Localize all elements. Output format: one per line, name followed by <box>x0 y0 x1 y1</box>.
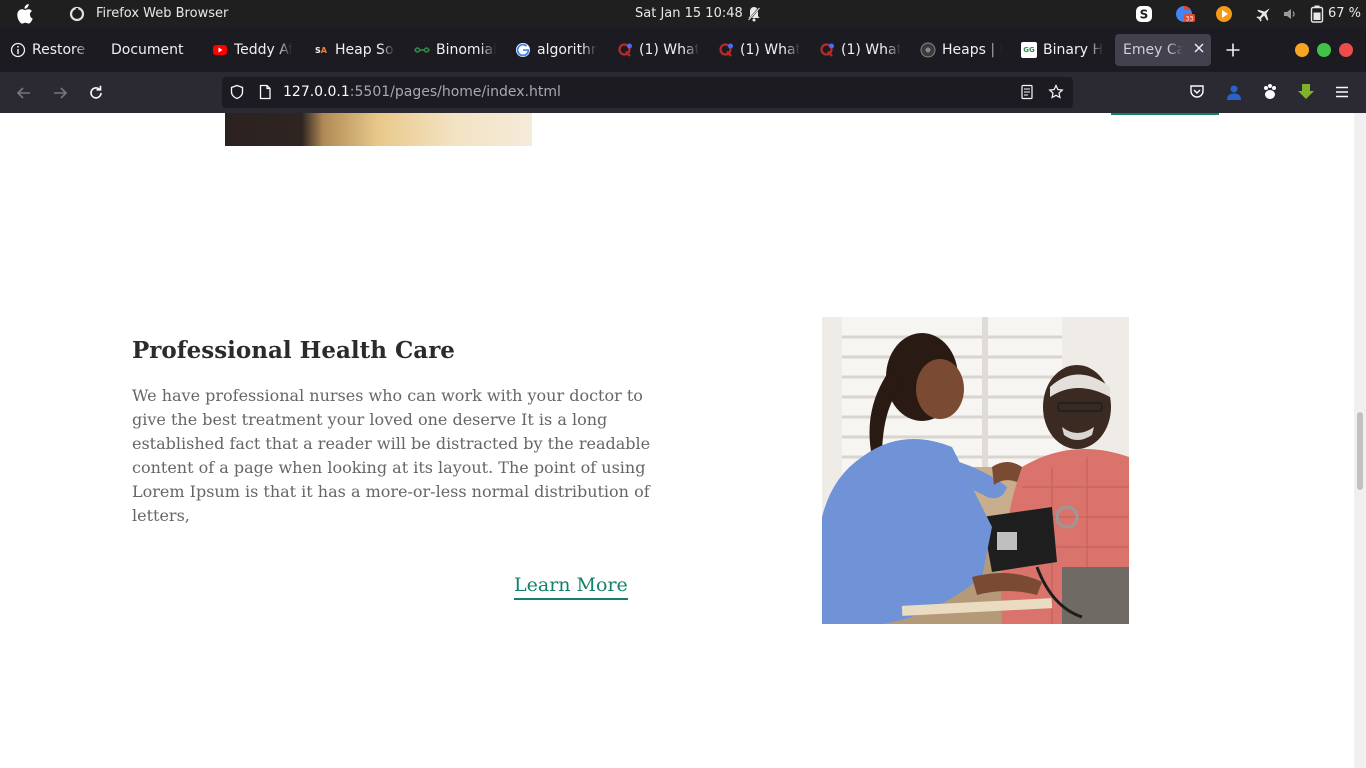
maximize-window-button[interactable] <box>1317 43 1331 57</box>
activity-icon <box>69 6 85 22</box>
tab-document[interactable]: Document <box>111 34 201 66</box>
tab-label: algorithm <box>537 42 597 58</box>
tab-label: Teddy Afro <box>234 42 292 58</box>
hamburger-menu-icon[interactable] <box>1333 83 1351 101</box>
svg-text:S: S <box>1140 8 1149 22</box>
tab-teddy-afro[interactable]: Teddy Afro <box>212 34 292 66</box>
info-icon <box>10 42 26 58</box>
url-host: 127.0.0.1 <box>283 84 350 100</box>
minimize-window-button[interactable] <box>1295 43 1309 57</box>
tab-bar: Restore Session Document Teddy Afro SA H… <box>0 28 1366 72</box>
nurse-with-patient-photo <box>822 317 1129 624</box>
previous-section-photo <box>225 113 532 146</box>
brilliant-icon <box>920 42 936 58</box>
tab-label: (1) What <box>740 42 800 58</box>
tab-heaps-brilliant[interactable]: Heaps | Brilliant <box>920 34 1002 66</box>
quora-icon <box>618 43 632 57</box>
clock[interactable]: Sat Jan 15 10:48 <box>635 6 743 21</box>
tab-label: Binomial <box>436 42 496 58</box>
tab-label: (1) What <box>841 42 901 58</box>
tab-label: (1) What <box>639 42 699 58</box>
navigation-toolbar: 127.0.0.1:5501/pages/home/index.html <box>0 72 1366 113</box>
system-top-bar: Firefox Web Browser Sat Jan 15 10:48 S 3… <box>0 0 1366 28</box>
quora-icon <box>820 43 834 57</box>
tab-quora-3[interactable]: (1) What <box>819 34 901 66</box>
site-sa-icon: SA <box>315 45 327 55</box>
section-description: We have professional nurses who can work… <box>132 386 651 525</box>
bell-muted-icon <box>747 6 761 22</box>
download-icon[interactable] <box>1297 83 1315 101</box>
reader-view-icon[interactable] <box>1019 84 1035 100</box>
tab-emey-care[interactable]: Emey Care <box>1115 34 1211 66</box>
tab-label: Heaps | Brilliant <box>942 42 1002 58</box>
reload-icon[interactable] <box>87 84 105 102</box>
youtube-icon <box>213 45 227 55</box>
pocket-icon[interactable] <box>1188 83 1206 101</box>
tab-label: Binary Heap <box>1043 42 1103 58</box>
airplane-mode-icon[interactable] <box>1256 5 1272 23</box>
volume-icon[interactable] <box>1282 5 1298 23</box>
quora-icon <box>719 43 733 57</box>
extension-paw-icon[interactable] <box>1261 83 1279 101</box>
vertical-scrollbar[interactable] <box>1354 113 1366 768</box>
tab-algorithm[interactable]: algorithm <box>515 34 597 66</box>
battery-icon[interactable] <box>1310 5 1324 23</box>
apple-icon[interactable] <box>15 4 33 24</box>
shield-icon[interactable] <box>229 84 245 100</box>
battery-percentage: 67 % <box>1328 6 1362 21</box>
bookmark-star-icon[interactable] <box>1048 84 1064 100</box>
tab-label: Document <box>111 42 184 58</box>
tab-label: Restore Session <box>32 42 90 58</box>
tab-label: Heap Sort <box>335 42 395 58</box>
geeksforgeeks-icon <box>414 47 430 53</box>
tab-binomial[interactable]: Binomial <box>414 34 496 66</box>
tab-label: Emey Care <box>1123 42 1183 58</box>
close-window-button[interactable] <box>1339 43 1353 57</box>
gfg-icon: GG <box>1021 42 1037 58</box>
tab-binary-heap[interactable]: GG Binary Heap <box>1021 34 1103 66</box>
forward-arrow-icon[interactable] <box>51 84 69 102</box>
tab-quora-1[interactable]: (1) What <box>617 34 699 66</box>
back-arrow-icon[interactable] <box>15 84 33 102</box>
url-bar[interactable]: 127.0.0.1:5501/pages/home/index.html <box>222 77 1073 108</box>
url-text[interactable]: 127.0.0.1:5501/pages/home/index.html <box>283 84 561 100</box>
tab-restore-session[interactable]: Restore Session <box>10 34 90 66</box>
previous-learn-more-underline[interactable] <box>1111 113 1219 115</box>
url-path: :5501/pages/home/index.html <box>349 84 561 100</box>
close-tab-icon[interactable] <box>1193 42 1205 54</box>
account-icon[interactable] <box>1225 83 1243 101</box>
tab-heap-sort[interactable]: SA Heap Sort <box>313 34 395 66</box>
page-viewport: Professional Health Care We have profess… <box>0 113 1366 768</box>
scrollbar-thumb[interactable] <box>1357 412 1363 490</box>
tab-quora-2[interactable]: (1) What <box>718 34 800 66</box>
media-player-icon[interactable] <box>1215 5 1233 23</box>
section-title: Professional Health Care <box>132 337 455 364</box>
app-name[interactable]: Firefox Web Browser <box>96 6 228 21</box>
page-info-icon[interactable] <box>257 84 273 100</box>
new-tab-plus-icon[interactable] <box>1225 42 1241 58</box>
learn-more-link[interactable]: Learn More <box>514 574 628 600</box>
chrome-notification-icon[interactable]: 33 <box>1175 5 1195 23</box>
skype-icon[interactable]: S <box>1135 5 1153 23</box>
notification-badge: 33 <box>1186 16 1194 23</box>
google-icon <box>516 43 530 57</box>
